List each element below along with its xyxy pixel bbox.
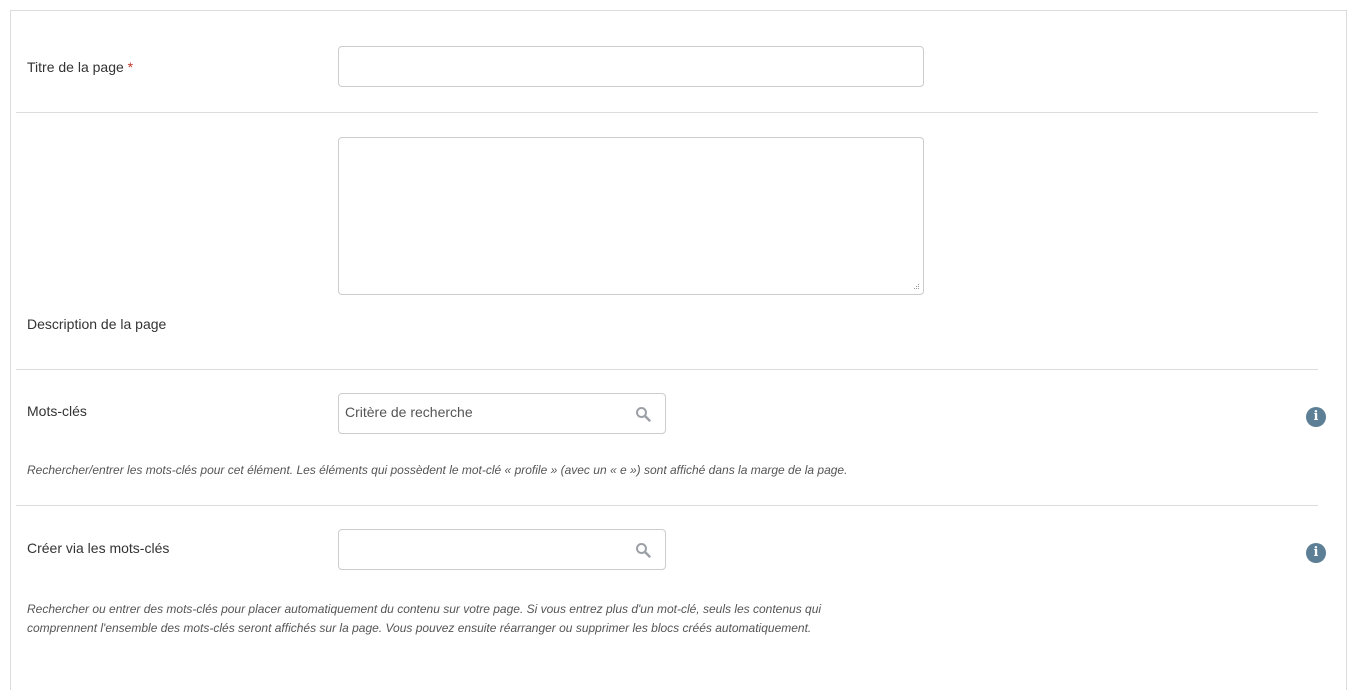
info-icon[interactable]: i [1306,543,1326,563]
description-label: Description de la page [27,316,167,332]
search-icon [636,543,651,558]
tags-help-text: Rechercher/entrer les mots-clés pour cet… [27,463,848,477]
divider [16,112,1318,113]
tags-search-input[interactable]: Critère de recherche [338,393,666,434]
description-textarea[interactable] [338,137,924,295]
title-input[interactable] [338,46,924,87]
help-line: Rechercher ou entrer des mots-clés pour … [27,602,822,616]
divider [16,369,1318,370]
resize-grip-icon[interactable] [911,283,920,292]
title-label: Titre de la page * [27,59,133,75]
title-label-text: Titre de la page [27,59,124,75]
help-line: comprennent l'ensemble des mots-clés ser… [27,621,812,635]
required-marker: * [127,59,134,75]
create-via-tags-search-input[interactable] [338,529,666,570]
search-icon [636,407,651,422]
create-via-tags-label: Créer via les mots-clés [27,540,170,556]
tags-label: Mots-clés [27,403,87,419]
divider [16,505,1318,506]
info-icon[interactable]: i [1306,407,1326,427]
tags-search-placeholder: Critère de recherche [345,404,473,420]
create-via-tags-help-text: Rechercher ou entrer des mots-clés pour … [27,600,821,638]
